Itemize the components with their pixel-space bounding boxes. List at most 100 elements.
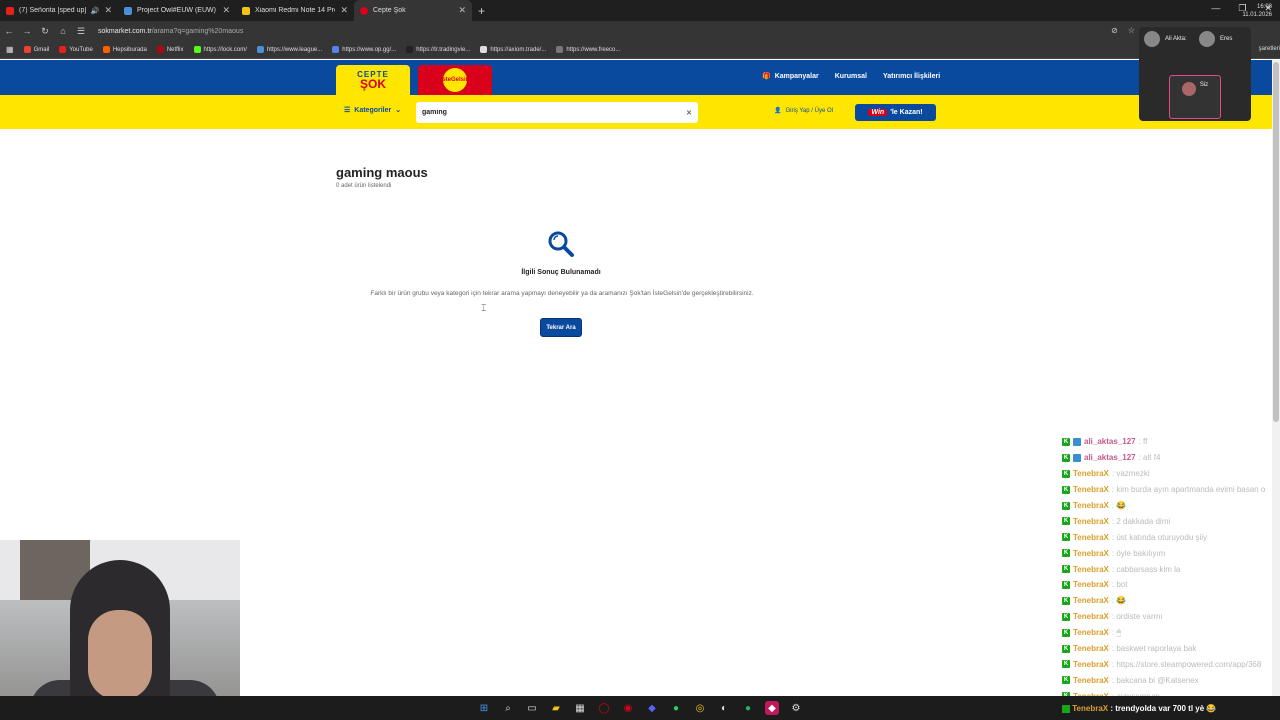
chat-username[interactable]: TenebraX xyxy=(1073,660,1109,669)
calendar-icon[interactable]: ▦ xyxy=(573,701,587,715)
search-input[interactable] xyxy=(422,109,687,116)
browser-tab-league[interactable]: Project Owl#EUW (EUW) - Lea ✕ xyxy=(118,0,236,21)
task-view-icon[interactable]: ▭ xyxy=(525,701,539,715)
bookmark-label: https://axiom.trade/... xyxy=(490,46,547,53)
nav-investor-relations[interactable]: Yatırımcı İlişkileri xyxy=(883,72,940,80)
system-clock[interactable]: 16:08 11.01.2026 xyxy=(1242,3,1272,19)
steam-icon[interactable]: ◐ xyxy=(717,701,731,715)
clear-search-icon[interactable]: ✕ xyxy=(686,109,692,117)
settings-icon[interactable]: ⚙ xyxy=(789,701,803,715)
youtube-icon xyxy=(59,46,67,53)
browser-tab-xiaomi[interactable]: Xiaomi Redmi Note 14 Pro Plu ✕ xyxy=(236,0,354,21)
chat-username[interactable]: TenebraX xyxy=(1073,580,1109,589)
browser-tab-sok[interactable]: Cepte Şok ✕ xyxy=(354,0,472,21)
retry-search-button[interactable]: Tekrar Ara xyxy=(540,318,582,337)
url-host: sokmarket.com.tr xyxy=(98,27,152,35)
close-tab-icon[interactable]: ✕ xyxy=(458,5,466,16)
whatsapp-icon[interactable]: ● xyxy=(669,701,683,715)
opera-icon[interactable]: ◯ xyxy=(597,701,611,715)
discord-icon[interactable]: ◆ xyxy=(645,701,659,715)
chat-line: K TenebraX: 2 dakkada dimi xyxy=(1062,513,1280,529)
win-le-kazan-banner[interactable]: Win 'le Kazan! xyxy=(855,104,936,121)
kick-icon xyxy=(193,46,201,53)
bookmark-lock[interactable]: https://lock.com/ xyxy=(193,46,247,53)
istegelsin-logo[interactable]: İsteGelsin xyxy=(418,65,492,95)
chat-username[interactable]: TenebraX xyxy=(1073,628,1109,637)
bookmark-youtube[interactable]: YouTube xyxy=(59,46,93,53)
bookmark-axiom[interactable]: https://axiom.trade/... xyxy=(480,46,546,53)
forward-icon[interactable]: → xyxy=(18,26,36,36)
chrome-icon[interactable]: ◎ xyxy=(693,701,707,715)
chat-username[interactable]: TenebraX xyxy=(1073,517,1109,526)
scrollbar-thumb[interactable] xyxy=(1273,62,1279,422)
login-link[interactable]: 👤 Giriş Yap / Üye Ol xyxy=(774,107,833,115)
clock-date: 11.01.2026 xyxy=(1242,12,1272,18)
chat-message: : cabbarsass kim la xyxy=(1111,564,1181,574)
url-field[interactable]: sokmarket.com.tr/arama?q=gaming%20maous xyxy=(98,28,243,35)
categories-menu[interactable]: ☰ Kategoriler ⌄ xyxy=(344,106,401,115)
kick-badge-icon: K xyxy=(1062,501,1070,510)
bookmark-freeco[interactable]: https://www.freeco... xyxy=(556,46,620,53)
gift-icon: 🎁 xyxy=(762,73,771,80)
chat-username[interactable]: TenebraX xyxy=(1073,644,1109,653)
spotify-icon[interactable]: ● xyxy=(741,701,755,715)
opgg-icon xyxy=(332,46,340,53)
nav-label: Yatırımcı İlişkileri xyxy=(882,72,941,80)
apps-icon[interactable]: ▦ xyxy=(6,45,14,54)
chat-message: : bot xyxy=(1111,580,1128,590)
chat-username[interactable]: TenebraX xyxy=(1073,533,1109,542)
chat-username[interactable]: TenebraX xyxy=(1073,565,1109,574)
close-tab-icon[interactable]: ✕ xyxy=(222,5,230,16)
mouse-cursor-icon: ⌶ xyxy=(481,303,487,313)
participant-tile[interactable]: Eres xyxy=(1199,31,1232,47)
other-bookmarks[interactable]: şaretleri xyxy=(1259,46,1280,52)
hepsiburada-icon xyxy=(102,46,110,53)
chat-username[interactable]: ali_aktas_127 xyxy=(1084,437,1136,446)
back-icon[interactable]: ← xyxy=(0,26,18,36)
bookmark-label: https://tr.tradingvie... xyxy=(416,46,471,53)
chat-line: K TenebraX: https://store.steampowered.co… xyxy=(1062,656,1280,672)
windows-start-icon[interactable]: ⊞ xyxy=(477,701,491,715)
browser-tab-youtube[interactable]: (7) Señorita [sped up] - You 🔊 ✕ xyxy=(0,0,118,21)
minimize-button[interactable]: — xyxy=(1211,3,1220,14)
cepte-sok-logo[interactable]: CEPTE ŞOK xyxy=(336,65,410,95)
home-icon[interactable]: ⌂ xyxy=(54,26,72,36)
file-explorer-icon[interactable]: ▰ xyxy=(549,701,563,715)
close-tab-icon[interactable]: ✕ xyxy=(340,5,348,16)
search-icon[interactable]: ⌕ xyxy=(501,701,515,715)
chat-username[interactable]: ali_aktas_127 xyxy=(1084,453,1136,462)
chat-username[interactable]: TenebraX xyxy=(1073,485,1109,494)
chat-username[interactable]: TenebraX xyxy=(1073,596,1109,605)
chat-username[interactable]: TenebraX xyxy=(1073,549,1109,558)
bookmark-league[interactable]: https://www.league... xyxy=(256,46,322,53)
record-icon[interactable]: ◉ xyxy=(621,701,635,715)
chat-username[interactable]: TenebraX xyxy=(1073,612,1109,621)
eye-off-icon[interactable]: ⊘ xyxy=(1111,26,1118,35)
bookmark-hepsiburada[interactable]: Hepsiburada xyxy=(102,46,147,53)
chat-username[interactable]: TenebraX xyxy=(1073,676,1109,685)
self-tile[interactable]: Siz xyxy=(1169,75,1221,119)
nav-campaigns[interactable]: 🎁 Kampanyalar xyxy=(762,72,819,81)
bookmark-gmail[interactable]: Gmail xyxy=(23,46,50,53)
nav-corporate[interactable]: Kurumsal xyxy=(835,72,867,80)
chat-username[interactable]: TenebraX xyxy=(1073,501,1109,510)
speaker-icon[interactable]: 🔊 xyxy=(91,7,100,15)
bookmark-netflix[interactable]: Netflix xyxy=(156,46,184,53)
bookmarks-bar: ▦ Gmail YouTube Hepsiburada Netflix http… xyxy=(0,41,1280,59)
chat-username[interactable]: TenebraX xyxy=(1073,469,1109,478)
reload-icon[interactable]: ↻ xyxy=(36,26,54,37)
participant-tile[interactable]: Ali Akta: xyxy=(1144,31,1187,47)
new-tab-button[interactable]: + xyxy=(478,4,485,18)
bookmark-tradingview[interactable]: https://tr.tradingvie... xyxy=(406,46,470,53)
bookmark-label: Gmail xyxy=(33,46,50,53)
kick-badge-icon: K xyxy=(1062,644,1070,653)
close-tab-icon[interactable]: ✕ xyxy=(104,5,112,16)
search-box: ✕ xyxy=(416,102,698,123)
bookmark-opgg[interactable]: https://www.op.gg/... xyxy=(332,46,396,53)
tab-title: (7) Señorita [sped up] - You xyxy=(19,7,86,14)
meeting-overlay: Ali Akta: Eres Siz xyxy=(1139,27,1251,121)
valorant-icon[interactable]: ◆ xyxy=(765,701,779,715)
star-icon[interactable]: ☆ xyxy=(1128,26,1135,35)
chat-latest-message: TenebraX : trendyolda var 700 tl yè 😂 xyxy=(1062,704,1216,713)
site-info-icon[interactable]: ☰ xyxy=(72,26,90,37)
